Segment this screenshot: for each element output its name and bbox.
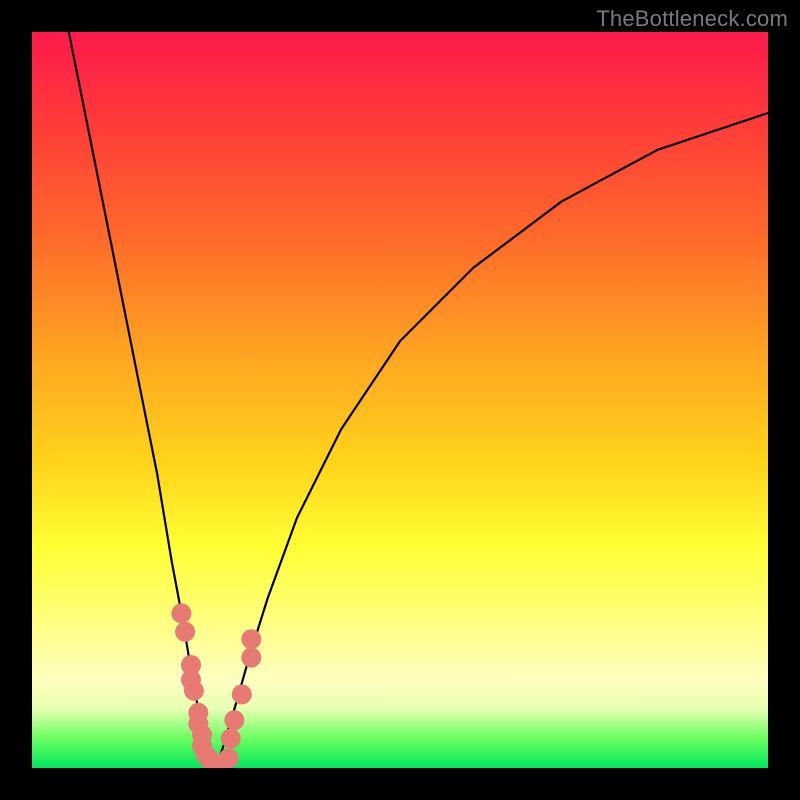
marker-dot xyxy=(241,648,261,668)
plot-area xyxy=(32,32,768,768)
curve-layer xyxy=(32,32,768,768)
marker-dot xyxy=(241,629,261,649)
marker-dot xyxy=(175,622,195,642)
marker-dot xyxy=(171,603,191,623)
curve-right-branch xyxy=(216,113,768,768)
marker-dot xyxy=(221,729,241,749)
marker-dot xyxy=(184,681,204,701)
chart-frame: TheBottleneck.com xyxy=(0,0,800,800)
marker-dot xyxy=(232,684,252,704)
marker-dot xyxy=(219,748,239,768)
watermark-text: TheBottleneck.com xyxy=(596,6,788,32)
marker-dot xyxy=(224,710,244,730)
